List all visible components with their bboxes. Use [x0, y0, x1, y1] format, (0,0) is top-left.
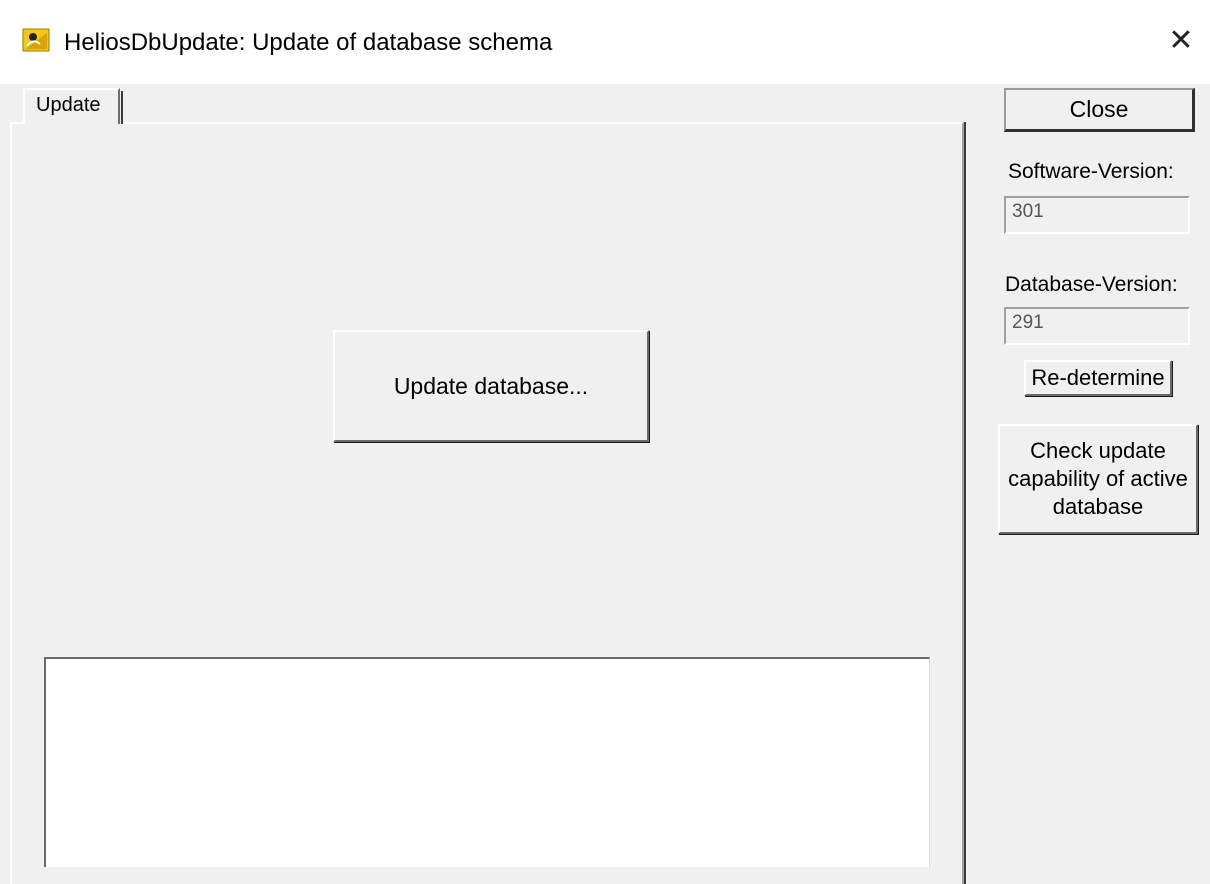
close-button[interactable]: Close — [1004, 88, 1195, 132]
tab-update[interactable]: Update — [23, 88, 123, 124]
window-title: HeliosDbUpdate: Update of database schem… — [64, 29, 553, 56]
check-label-line1: Check update — [1030, 438, 1166, 463]
redetermine-button[interactable]: Re-determine — [1024, 360, 1172, 396]
check-label-line2: capability of active — [1008, 466, 1188, 491]
window-close-icon[interactable]: ✕ — [1164, 22, 1198, 60]
database-version-label: Database-Version: — [1005, 273, 1178, 296]
software-version-field: 301 — [1004, 196, 1190, 234]
app-icon — [22, 28, 50, 52]
software-version-label: Software-Version: — [1008, 160, 1174, 183]
check-update-capability-button[interactable]: Check update capability of active databa… — [998, 424, 1198, 534]
tab-update-label: Update — [36, 94, 101, 116]
update-database-button[interactable]: Update database... — [333, 330, 649, 442]
database-version-field: 291 — [1004, 307, 1190, 345]
title-bar: HeliosDbUpdate: Update of database schem… — [0, 0, 1210, 84]
check-label-line3: database — [1052, 494, 1144, 519]
log-output-box[interactable] — [44, 657, 930, 867]
